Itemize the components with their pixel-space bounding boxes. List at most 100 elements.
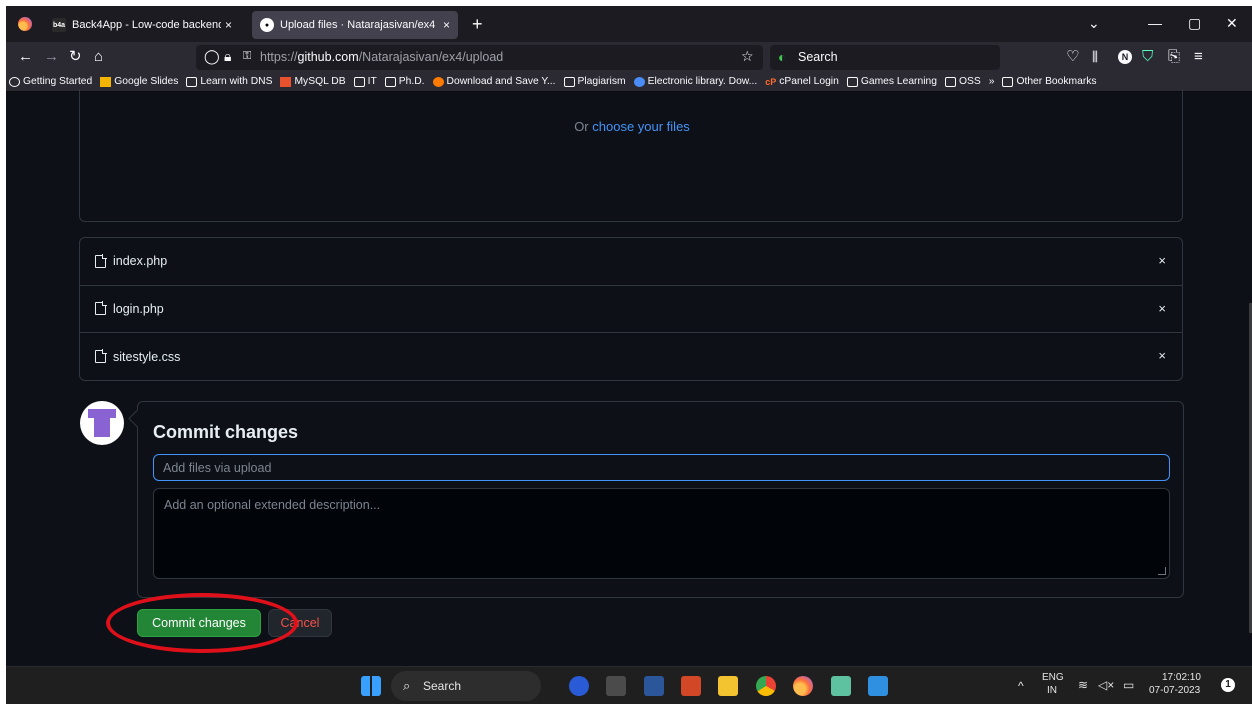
- wifi-icon[interactable]: ≋: [1078, 678, 1088, 692]
- choose-files-text: Or choose your files: [574, 119, 690, 134]
- lock-icon[interactable]: 🔒︎: [224, 48, 231, 65]
- file-icon: [95, 349, 107, 364]
- battery-icon[interactable]: ▭: [1123, 678, 1134, 692]
- share-icon[interactable]: ⎘: [1168, 48, 1180, 66]
- remove-file-icon[interactable]: ×: [1158, 253, 1166, 268]
- windows-taskbar: ⌕ Search ^ ENG IN ≋ ◁× ▭ 17:02:10 07-07-…: [6, 666, 1252, 704]
- resize-handle-icon[interactable]: [1158, 567, 1166, 575]
- uploaded-file-list: index.php × login.php × sitestyle.css ×: [79, 237, 1183, 381]
- choose-files-link[interactable]: choose your files: [592, 119, 690, 134]
- maximize-button[interactable]: ▢: [1188, 15, 1201, 32]
- bookmark-it[interactable]: IT: [353, 76, 377, 87]
- list-all-tabs-icon[interactable]: ⌄: [1088, 15, 1100, 32]
- tab-title: Upload files · Natarajasivan/ex4: [280, 19, 436, 31]
- mysql-icon: [280, 76, 292, 87]
- file-drop-zone[interactable]: Or choose your files: [79, 89, 1183, 222]
- back-icon[interactable]: ←: [18, 48, 33, 66]
- remove-file-icon[interactable]: ×: [1158, 348, 1166, 363]
- bookmark-oss[interactable]: OSS: [944, 76, 981, 87]
- bookmark-games-learning[interactable]: Games Learning: [846, 76, 937, 87]
- url-bar[interactable]: ◯ 🔒︎ ⚿ https://github.com/Natarajasivan/…: [196, 45, 763, 70]
- volume-muted-icon[interactable]: ◁×: [1098, 678, 1114, 692]
- remove-file-icon[interactable]: ×: [1158, 301, 1166, 316]
- cpanel-icon: cP: [765, 76, 777, 87]
- chrome-icon[interactable]: [756, 676, 776, 696]
- chevron-up-icon[interactable]: ^: [1018, 679, 1024, 693]
- folder-icon: [944, 76, 956, 87]
- bookmark-learn-with-dns[interactable]: Learn with DNS: [186, 76, 272, 87]
- taskbar-search[interactable]: ⌕ Search: [391, 671, 541, 701]
- search-icon: ⌕: [403, 678, 411, 693]
- permissions-icon[interactable]: ⚿: [243, 50, 251, 63]
- folder-icon: [186, 76, 198, 87]
- forward-icon[interactable]: →: [44, 48, 59, 66]
- windows-start-icon[interactable]: [361, 676, 381, 696]
- tab-close-icon[interactable]: ×: [225, 18, 232, 32]
- screen: b4a Back4App - Low-code backend × ● Uplo…: [6, 6, 1252, 704]
- powerpoint-icon[interactable]: [681, 676, 701, 696]
- bookmark-cpanel-login[interactable]: cP cPanel Login: [765, 76, 839, 87]
- tab-close-icon[interactable]: ×: [443, 18, 450, 32]
- bookmark-plagiarism[interactable]: Plagiarism: [563, 76, 626, 87]
- bookmark-getting-started[interactable]: Getting Started: [9, 76, 92, 87]
- notification-badge[interactable]: 1: [1221, 678, 1235, 692]
- commit-title: Commit changes: [153, 422, 299, 442]
- bookmark-star-icon[interactable]: ☆: [741, 48, 754, 65]
- library-icon[interactable]: ⫼: [1092, 48, 1098, 66]
- firefox-icon[interactable]: [18, 17, 32, 31]
- list-item: index.php ×: [80, 238, 1182, 286]
- bookmark-electronic-library[interactable]: Electronic library. Dow...: [633, 76, 757, 87]
- bookmark-other-bookmarks[interactable]: Other Bookmarks: [1002, 76, 1097, 87]
- account-avatar-icon[interactable]: N: [1118, 50, 1132, 64]
- bookmark-mysql-db[interactable]: MySQL DB: [280, 76, 346, 87]
- folder-icon[interactable]: [718, 676, 738, 696]
- github-upload-page: Or choose your files index.php × login.p…: [6, 89, 1252, 653]
- folder-icon: [353, 76, 365, 87]
- file-name: sitestyle.css: [113, 349, 181, 364]
- region-indicator[interactable]: IN: [1047, 685, 1057, 696]
- close-window-button[interactable]: ✕: [1226, 15, 1238, 32]
- extension-shield-icon[interactable]: ⛉: [1142, 48, 1153, 66]
- commit-description-textarea[interactable]: Add an optional extended description...: [153, 488, 1170, 579]
- tab-title: Back4App - Low-code backend: [72, 19, 221, 31]
- bookmark-phd[interactable]: Ph.D.: [384, 76, 425, 87]
- url-text[interactable]: https://github.com/Natarajasivan/ex4/upl…: [260, 50, 503, 64]
- bookmark-google-slides[interactable]: Google Slides: [100, 76, 178, 87]
- notepad-icon[interactable]: [831, 676, 851, 696]
- list-item: sitestyle.css ×: [80, 333, 1182, 381]
- language-indicator[interactable]: ENG: [1042, 672, 1064, 683]
- new-tab-button[interactable]: +: [472, 14, 483, 35]
- description-placeholder: Add an optional extended description...: [164, 498, 381, 512]
- browser-nav-bar: ← → ↻ ⌂ ◯ 🔒︎ ⚿ https://github.com/Natara…: [6, 42, 1252, 72]
- tab-back4app[interactable]: b4a Back4App - Low-code backend ×: [44, 11, 240, 39]
- tab-upload-files[interactable]: ● Upload files · Natarajasivan/ex4 ×: [252, 11, 458, 39]
- folder-icon: [563, 76, 575, 87]
- file-icon: [95, 301, 107, 316]
- commit-summary-input[interactable]: Add files via upload: [153, 454, 1170, 481]
- bookmark-download-and-save[interactable]: Download and Save Y...: [432, 76, 556, 87]
- minimize-button[interactable]: —: [1148, 15, 1162, 31]
- word-icon[interactable]: [644, 676, 664, 696]
- shield-icon[interactable]: ◯: [204, 48, 220, 65]
- search-input[interactable]: ◐ Search: [770, 45, 1000, 70]
- menu-icon[interactable]: ≡: [1194, 48, 1203, 66]
- file-explorer-window-icon[interactable]: [606, 676, 626, 696]
- reload-icon[interactable]: ↻: [69, 48, 82, 66]
- bing-icon[interactable]: [569, 676, 589, 696]
- library-site-icon: [633, 76, 645, 87]
- avatar[interactable]: [80, 401, 124, 445]
- globe-icon: [9, 76, 20, 87]
- vscode-icon[interactable]: [868, 676, 888, 696]
- bookmarks-overflow-button[interactable]: »: [989, 76, 995, 87]
- clock-date[interactable]: 07-07-2023: [1149, 685, 1200, 696]
- home-icon[interactable]: ⌂: [94, 48, 103, 66]
- file-icon: [95, 253, 107, 268]
- firefox-icon[interactable]: [793, 676, 813, 696]
- download-site-icon: [432, 76, 444, 87]
- clock-time[interactable]: 17:02:10: [1162, 672, 1201, 683]
- pocket-icon[interactable]: ♡: [1066, 48, 1079, 66]
- list-item: login.php ×: [80, 286, 1182, 333]
- browser-tab-bar: b4a Back4App - Low-code backend × ● Uplo…: [6, 6, 1252, 42]
- slides-icon: [100, 76, 112, 87]
- folder-icon: [846, 76, 858, 87]
